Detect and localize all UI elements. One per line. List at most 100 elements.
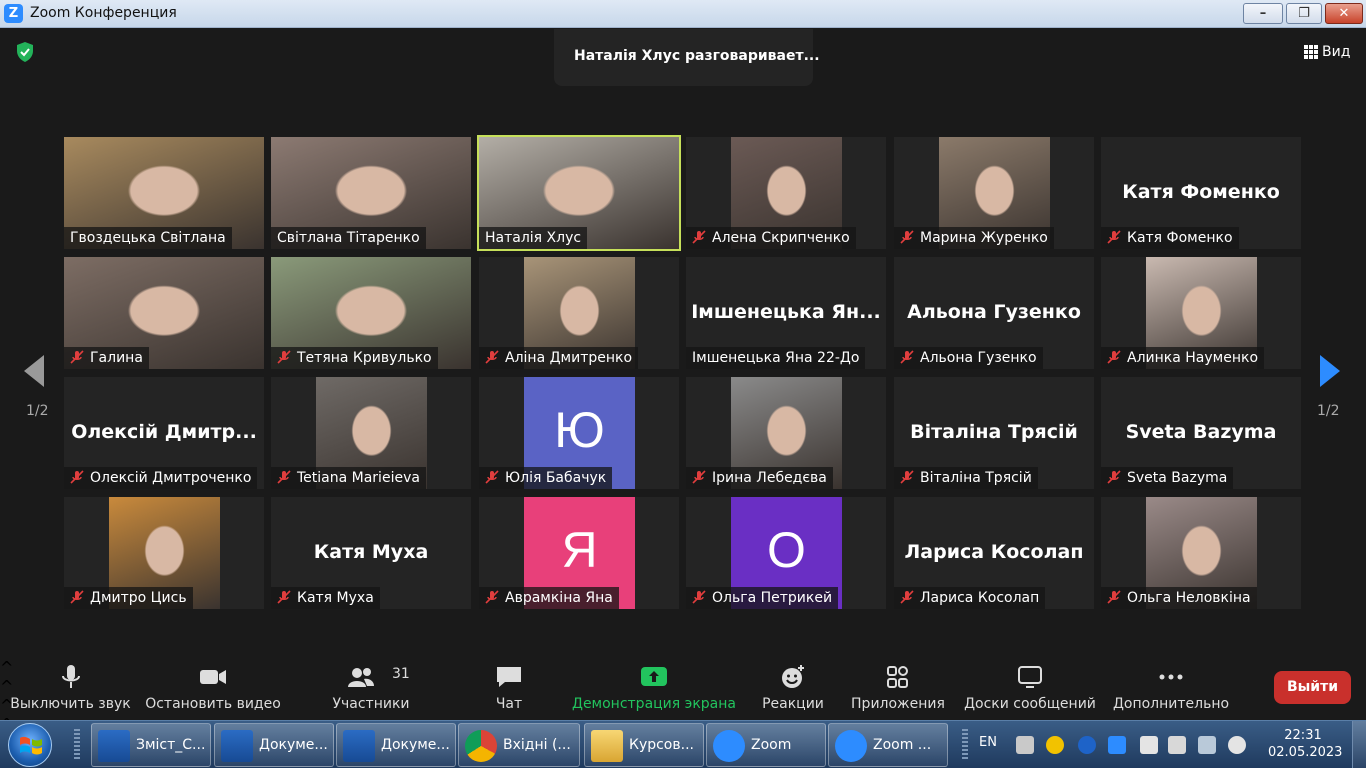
taskbar-app-button[interactable]: Зміст_С... xyxy=(91,723,211,767)
whiteboards-button[interactable]: Доски сообщений xyxy=(962,658,1098,720)
more-label: Дополнительно xyxy=(1112,696,1230,712)
flag-icon[interactable] xyxy=(1140,736,1158,754)
show-desktop-button[interactable] xyxy=(1352,721,1366,768)
participant-tile[interactable]: О Ольга Петрикей xyxy=(686,497,886,609)
participant-name-label: Ольга Петрикей xyxy=(686,587,839,609)
microphone-muted-icon xyxy=(1107,469,1121,484)
taskbar-app-button[interactable]: Докуме... xyxy=(214,723,334,767)
folder-icon xyxy=(591,730,623,762)
taskbar-app-button[interactable]: Докуме... xyxy=(336,723,456,767)
participant-tile[interactable]: Світлана Тітаренко xyxy=(271,137,471,249)
participant-name-label: Ольга Неловкіна xyxy=(1101,587,1257,609)
participant-tile[interactable]: Тетяна Кривулько xyxy=(271,257,471,369)
network-agent-icon[interactable] xyxy=(1046,736,1064,754)
window-title: Zoom Конференция xyxy=(30,5,177,21)
leave-button[interactable]: Выйти xyxy=(1274,671,1351,704)
microphone-muted-icon xyxy=(1107,589,1121,604)
signal-icon[interactable] xyxy=(1198,736,1216,754)
share-screen-button[interactable]: Демонстрация экрана xyxy=(572,658,736,720)
mute-button[interactable]: Выключить звук xyxy=(8,658,133,720)
participant-name-label: Світлана Тітаренко xyxy=(271,227,426,249)
participant-tile[interactable]: Tetiana Marieieva xyxy=(271,377,471,489)
stop-video-button[interactable]: Остановить видео xyxy=(145,658,281,720)
participant-name: Алинка Науменко xyxy=(1127,350,1259,366)
participant-tile[interactable]: Аліна Дмитренко xyxy=(479,257,679,369)
microphone-muted-icon xyxy=(900,349,914,364)
language-indicator[interactable]: EN xyxy=(979,735,997,750)
taskbar-app-button[interactable]: Zoom xyxy=(706,723,826,767)
participant-tile[interactable]: Альона Гузенко Альона Гузенко xyxy=(894,257,1094,369)
participant-tile[interactable]: Гвоздецька Світлана xyxy=(64,137,264,249)
volume-icon[interactable] xyxy=(1228,736,1246,754)
participant-tile[interactable]: Катя Муха Катя Муха xyxy=(271,497,471,609)
microphone-muted-icon xyxy=(277,349,291,364)
participant-display-name: Sveta Bazyma xyxy=(1125,421,1277,443)
shield-check-icon[interactable] xyxy=(15,41,35,63)
participant-tile[interactable]: Імшенецька Ян... Імшенецька Яна 22-До xyxy=(686,257,886,369)
start-button[interactable] xyxy=(8,723,52,767)
participant-name: Tetiana Marieieva xyxy=(297,470,420,486)
taskbar-app-label: Докуме... xyxy=(259,737,328,753)
chat-label: Чат xyxy=(495,696,523,712)
participant-name: Аліна Дмитренко xyxy=(505,350,633,366)
whiteboards-label: Доски сообщений xyxy=(964,696,1096,712)
close-button[interactable]: ✕ xyxy=(1325,3,1363,24)
chat-button[interactable]: Чат xyxy=(484,658,534,720)
meeting-toolbar: Выключить звук ^ Остановить видео ^ Учас… xyxy=(0,658,1366,734)
participant-name: Ольга Петрикей xyxy=(712,590,833,606)
usb-device-icon[interactable] xyxy=(1168,736,1186,754)
participant-tile[interactable]: Я Аврамкіна Яна xyxy=(479,497,679,609)
participant-tile[interactable]: Катя Фоменко Катя Фоменко xyxy=(1101,137,1301,249)
taskbar-app-button[interactable]: Курсов... xyxy=(584,723,704,767)
zoom-tray-icon[interactable] xyxy=(1108,736,1126,754)
system-clock[interactable]: 22:31 02.05.2023 xyxy=(1268,727,1342,761)
next-page-arrow-icon[interactable] xyxy=(1318,353,1342,389)
apps-icon xyxy=(887,666,908,688)
participant-tile[interactable]: Алена Скрипченко xyxy=(686,137,886,249)
taskbar-app-button[interactable]: Zoom ... xyxy=(828,723,948,767)
zoom-icon xyxy=(713,730,745,762)
participant-tile[interactable]: Галина xyxy=(64,257,264,369)
participant-tile[interactable]: Sveta Bazyma Sveta Bazyma xyxy=(1101,377,1301,489)
previous-page-arrow-icon[interactable] xyxy=(22,353,46,389)
participant-tile[interactable]: Ірина Лебедєва xyxy=(686,377,886,489)
participant-name: Альона Гузенко xyxy=(920,350,1037,366)
taskbar-app-label: Докуме... xyxy=(381,737,450,753)
video-gallery: Гвоздецька Світлана Світлана Тітаренко Нат… xyxy=(64,135,1302,609)
apps-button[interactable]: Приложения xyxy=(848,658,948,720)
participant-name: Лариса Косолап xyxy=(920,590,1040,606)
avatar-letter: О xyxy=(767,522,806,578)
microphone-muted-icon xyxy=(70,589,84,604)
participant-name-label: Марина Журенко xyxy=(894,227,1054,249)
keyboard-icon[interactable] xyxy=(1016,736,1034,754)
participant-tile[interactable]: Лариса Косолап Лариса Косолап xyxy=(894,497,1094,609)
microphone-icon xyxy=(61,665,80,688)
participant-tile[interactable]: Олексій Дмитр... Олексій Дмитроченко xyxy=(64,377,264,489)
participant-tile[interactable]: Ю Юлія Бабачук xyxy=(479,377,679,489)
reactions-button[interactable]: Реакции xyxy=(758,658,828,720)
taskbar-app-button[interactable]: Вхідні (... xyxy=(458,723,580,767)
participant-name-label: Альона Гузенко xyxy=(894,347,1043,369)
bluetooth-icon[interactable] xyxy=(1078,736,1096,754)
participant-tile[interactable]: Віталіна Трясій Віталіна Трясій xyxy=(894,377,1094,489)
zoom-window: Z Zoom Конференция – ❐ ✕ Наталія Хлус ра… xyxy=(0,0,1366,768)
minimize-button[interactable]: – xyxy=(1243,3,1283,24)
participants-icon xyxy=(348,668,374,687)
participant-name-label: Імшенецька Яна 22-До xyxy=(686,347,866,369)
active-speaker-text: Наталія Хлус разговаривает... xyxy=(574,48,820,64)
participant-name-label: Дмитро Цись xyxy=(64,587,193,609)
participant-tile[interactable]: Алинка Науменко xyxy=(1101,257,1301,369)
taskbar-app-label: Курсов... xyxy=(629,737,694,753)
participant-tile[interactable]: Ольга Неловкіна xyxy=(1101,497,1301,609)
participant-tile[interactable]: Марина Журенко xyxy=(894,137,1094,249)
participant-name: Віталіна Трясій xyxy=(920,470,1032,486)
taskbar-grip xyxy=(74,729,80,761)
participant-tile[interactable]: Дмитро Цись xyxy=(64,497,264,609)
taskbar-app-label: Вхідні (... xyxy=(503,737,571,753)
windows-taskbar: Зміст_С... Докуме... Докуме... Вхідні (... К… xyxy=(0,720,1366,768)
chrome-icon xyxy=(465,730,497,762)
maximize-button[interactable]: ❐ xyxy=(1286,3,1322,24)
avatar-letter: Ю xyxy=(554,402,605,458)
participant-tile[interactable]: Наталія Хлус xyxy=(477,135,681,251)
more-button[interactable]: Дополнительно xyxy=(1112,658,1230,720)
